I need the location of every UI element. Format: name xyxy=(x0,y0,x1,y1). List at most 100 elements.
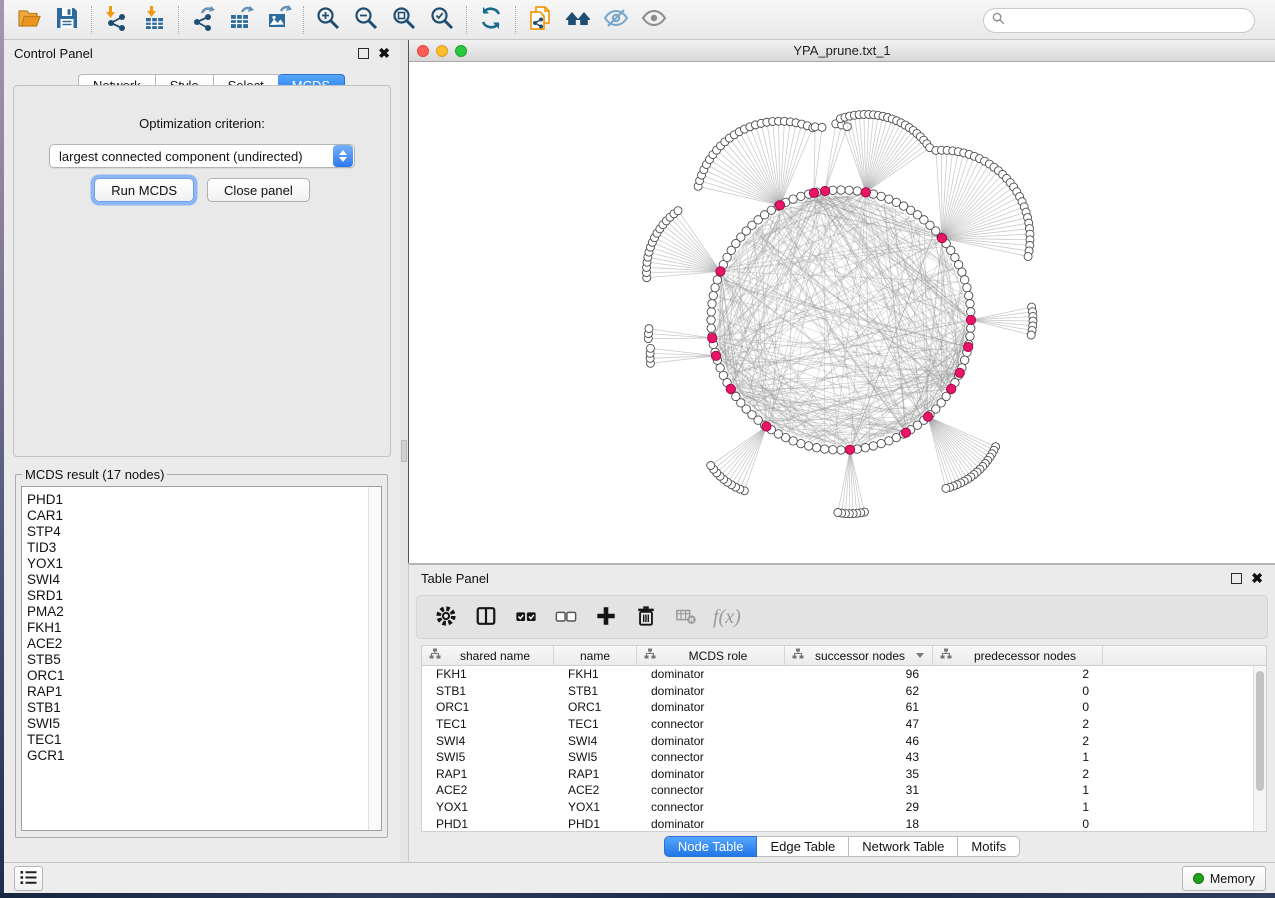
table-cell[interactable]: dominator xyxy=(637,734,785,748)
function-builder-icon[interactable]: f(x) xyxy=(713,606,741,629)
mcds-network-node[interactable] xyxy=(861,188,870,197)
network-node[interactable] xyxy=(845,186,853,194)
column-header-mcds-role[interactable]: MCDS role xyxy=(637,646,785,665)
table-cell[interactable]: 43 xyxy=(785,750,933,764)
run-mcds-button[interactable]: Run MCDS xyxy=(94,178,194,202)
table-cell[interactable]: STB1 xyxy=(422,684,554,698)
table-row[interactable]: TEC1TEC1connector472 xyxy=(422,716,1266,733)
tab-edge-table[interactable]: Edge Table xyxy=(757,836,849,857)
mcds-result-item[interactable]: ACE2 xyxy=(22,636,381,652)
mcds-network-node[interactable] xyxy=(711,351,720,360)
float-table-panel-icon[interactable] xyxy=(1231,573,1242,584)
network-node[interactable] xyxy=(963,283,971,291)
column-header-successor-nodes[interactable]: successor nodes xyxy=(785,646,933,665)
table-cell[interactable]: connector xyxy=(637,717,785,731)
table-cell[interactable]: RAP1 xyxy=(554,767,637,781)
network-node[interactable] xyxy=(789,195,797,203)
table-cell[interactable]: 2 xyxy=(933,767,1103,781)
mcds-result-item[interactable]: ORC1 xyxy=(22,668,381,684)
column-header-shared-name[interactable]: shared name xyxy=(422,646,554,665)
table-cell[interactable]: YOX1 xyxy=(554,800,637,814)
column-header-predecessor-nodes[interactable]: predecessor nodes xyxy=(933,646,1103,665)
zoom-selected-button[interactable] xyxy=(423,4,461,36)
mcds-result-item[interactable]: TID3 xyxy=(22,540,381,556)
network-node[interactable] xyxy=(818,123,826,131)
tab-network-table[interactable]: Network Table xyxy=(849,836,958,857)
network-node[interactable] xyxy=(958,268,966,276)
table-row[interactable]: RAP1RAP1dominator352 xyxy=(422,766,1266,783)
fit-columns-button[interactable] xyxy=(469,601,503,633)
mcds-list-scrollbar[interactable] xyxy=(368,487,381,830)
network-node[interactable] xyxy=(967,324,975,332)
network-node[interactable] xyxy=(877,439,885,447)
table-cell[interactable]: SWI5 xyxy=(422,750,554,764)
mcds-result-item[interactable]: FKH1 xyxy=(22,620,381,636)
table-cell[interactable]: TEC1 xyxy=(422,717,554,731)
network-canvas-svg[interactable] xyxy=(409,62,1275,561)
network-node[interactable] xyxy=(797,192,805,200)
mcds-result-item[interactable]: TEC1 xyxy=(22,732,381,748)
panel-splitter[interactable] xyxy=(400,40,408,862)
table-cell[interactable]: connector xyxy=(637,783,785,797)
table-cell[interactable]: PHD1 xyxy=(422,817,554,831)
zoom-out-button[interactable] xyxy=(347,4,385,36)
table-cell[interactable]: 1 xyxy=(933,800,1103,814)
network-node[interactable] xyxy=(869,442,877,450)
mcds-network-node[interactable] xyxy=(964,342,973,351)
network-node[interactable] xyxy=(877,192,885,200)
network-node[interactable] xyxy=(829,446,837,454)
search-field[interactable] xyxy=(983,8,1255,33)
table-cell[interactable]: STB1 xyxy=(554,684,637,698)
mcds-network-node[interactable] xyxy=(762,422,771,431)
select-all-button[interactable] xyxy=(509,601,543,633)
table-cell[interactable]: FKH1 xyxy=(422,667,554,681)
mcds-network-node[interactable] xyxy=(901,428,910,437)
export-network-button[interactable] xyxy=(184,4,222,36)
mcds-result-item[interactable]: PMA2 xyxy=(22,604,381,620)
table-cell[interactable]: 2 xyxy=(933,667,1103,681)
table-row[interactable]: ACE2ACE2connector311 xyxy=(422,782,1266,799)
table-cell[interactable]: dominator xyxy=(637,767,785,781)
memory-button[interactable]: Memory xyxy=(1182,866,1266,891)
mcds-network-node[interactable] xyxy=(821,186,830,195)
search-input[interactable] xyxy=(1010,13,1246,28)
table-cell[interactable]: 35 xyxy=(785,767,933,781)
network-node[interactable] xyxy=(966,332,974,340)
network-node[interactable] xyxy=(804,442,812,450)
table-cell[interactable]: 2 xyxy=(933,734,1103,748)
network-node[interactable] xyxy=(707,316,715,324)
table-scrollbar[interactable] xyxy=(1253,666,1266,831)
network-node[interactable] xyxy=(967,308,975,316)
network-node[interactable] xyxy=(821,445,829,453)
network-node[interactable] xyxy=(1024,252,1032,260)
network-node[interactable] xyxy=(674,207,682,215)
import-table-button[interactable] xyxy=(135,4,173,36)
network-node[interactable] xyxy=(707,308,715,316)
column-header-name[interactable]: name xyxy=(554,646,637,665)
hide-selected-button[interactable] xyxy=(597,4,635,36)
mcds-network-node[interactable] xyxy=(726,384,735,393)
table-cell[interactable]: SWI4 xyxy=(554,734,637,748)
mcds-network-node[interactable] xyxy=(845,445,854,454)
table-cell[interactable]: SWI5 xyxy=(554,750,637,764)
table-cell[interactable]: RAP1 xyxy=(422,767,554,781)
mcds-network-node[interactable] xyxy=(955,368,964,377)
table-cell[interactable]: dominator xyxy=(637,684,785,698)
table-cell[interactable]: 0 xyxy=(933,817,1103,831)
table-cell[interactable]: 61 xyxy=(785,700,933,714)
network-node[interactable] xyxy=(885,437,893,445)
mcds-network-node[interactable] xyxy=(809,188,818,197)
network-node[interactable] xyxy=(646,344,654,352)
mcds-network-node[interactable] xyxy=(937,234,946,243)
zoom-fit-button[interactable] xyxy=(385,4,423,36)
close-panel-button[interactable]: Close panel xyxy=(207,178,310,202)
open-button[interactable] xyxy=(10,4,48,36)
create-column-button[interactable] xyxy=(589,601,623,633)
network-node[interactable] xyxy=(837,186,845,194)
table-cell[interactable]: 96 xyxy=(785,667,933,681)
table-cell[interactable]: connector xyxy=(637,800,785,814)
table-cell[interactable]: 1 xyxy=(933,783,1103,797)
table-cell[interactable]: YOX1 xyxy=(422,800,554,814)
export-table-button[interactable] xyxy=(222,4,260,36)
network-node[interactable] xyxy=(853,187,861,195)
